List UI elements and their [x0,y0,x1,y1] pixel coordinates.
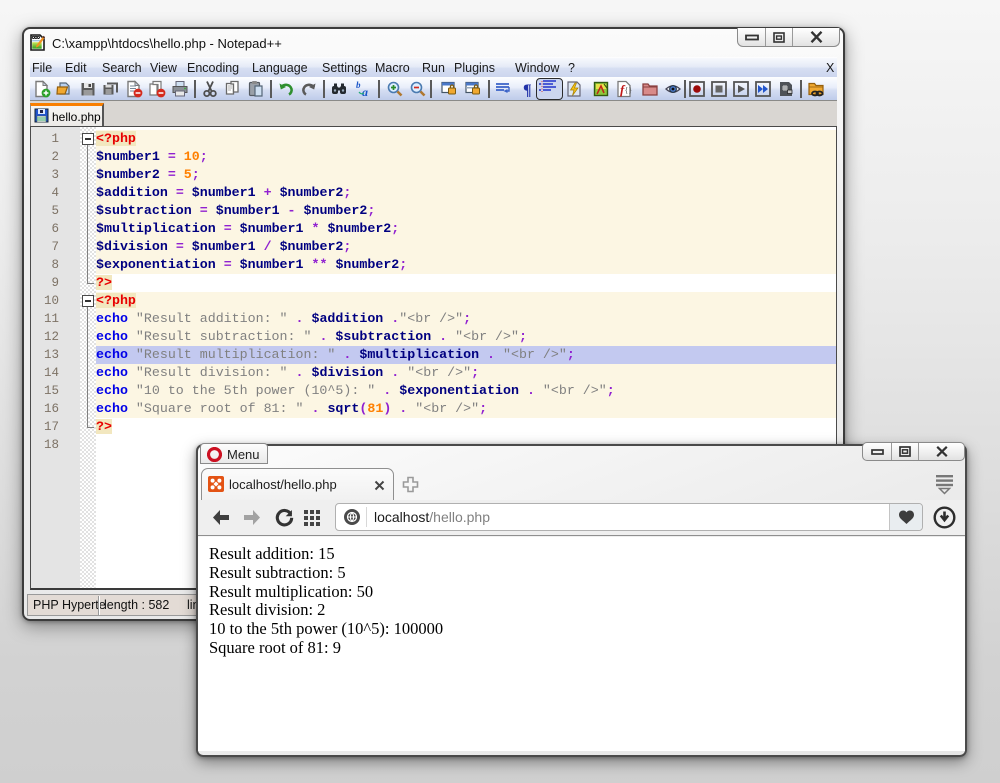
svg-text:¶: ¶ [523,82,532,98]
svg-text:a: a [362,85,368,98]
svg-text:{}: {} [625,86,633,95]
svg-text:b: b [356,80,361,90]
